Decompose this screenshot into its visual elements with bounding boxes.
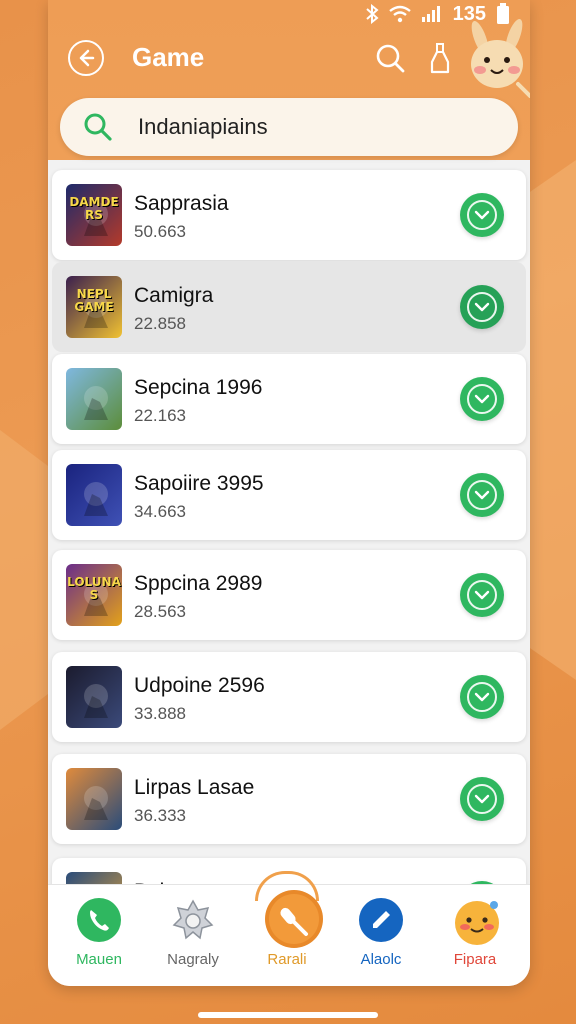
smiley-icon [452,897,499,945]
chevron-down-icon [467,200,497,230]
item-title: Sepcina 1996 [134,376,263,399]
item-title: Lirpas Lasae [134,776,255,799]
chevron-down-icon [467,292,497,322]
check-button[interactable] [460,193,504,237]
wifi-icon [388,5,411,23]
bluetooth-icon [365,4,379,24]
game-thumbnail [66,464,122,526]
thumbnail-text: NEPL GAME [74,287,114,314]
item-subtitle: 36.333 [134,806,186,825]
check-button[interactable] [460,777,504,821]
game-thumbnail [66,368,122,430]
bunny-mascot-icon [471,18,530,98]
microphone-icon [264,890,323,948]
badge-icon [170,897,216,943]
list-item[interactable]: Sepcina 1996 22.163 [52,354,526,444]
bottle-icon[interactable] [428,40,452,76]
check-button[interactable] [460,285,504,329]
game-thumbnail: LOLUNAS [66,564,122,626]
list-item[interactable]: Udpoine 2596 33.888 [52,652,526,742]
item-title: Sapprasia [134,192,229,215]
game-thumbnail [66,666,122,728]
pen-icon [358,897,404,943]
nav-label: Mauen [76,951,122,968]
item-subtitle: 28.563 [134,602,186,621]
arrow-left-icon [79,49,95,67]
app-window: Game DAMDERSSapprasia50. [48,0,530,986]
item-title: Camigra [134,284,214,307]
list-item[interactable]: Lirpas Lasae 36.333 [52,754,526,844]
item-subtitle: 34.663 [134,502,186,521]
thumbnail-text: DAMDERS [69,195,119,222]
status-bar: 135 [365,0,510,28]
status-time: 135 [452,2,486,25]
nav-item-fipara[interactable]: Fipara [430,897,520,979]
nav-label: Nagraly [167,951,219,968]
list-item[interactable]: LOLUNAS Sppcina 2989 28.563 [52,550,526,640]
nav-label: Rarali [267,951,307,968]
search-input[interactable] [138,114,458,140]
check-button[interactable] [460,473,504,517]
chevron-down-icon [467,784,497,814]
item-title: Sapoiire 3995 [134,472,264,495]
nav-item-alaolc[interactable]: Alaolc [336,897,426,979]
check-button[interactable] [460,377,504,421]
chevron-down-icon [467,480,497,510]
nav-label: Fipara [453,951,497,968]
battery-icon [497,3,509,24]
search-icon[interactable] [372,40,408,76]
back-button[interactable] [68,40,104,76]
game-thumbnail: DAMDERS [66,184,122,246]
nav-item-mauen[interactable]: Mauen [54,897,144,979]
signal-icon [421,6,440,22]
chevron-down-icon [467,580,497,610]
item-subtitle: 22.163 [134,406,186,425]
item-subtitle: 33.888 [134,704,186,723]
home-indicator[interactable] [198,1012,378,1018]
thumbnail-text: LOLUNAS [67,575,121,602]
nav-item-rarali[interactable]: Rarali [242,890,332,979]
bottom-navigation: Mauen Nagraly Rarali Alaolc Fipara [48,871,530,986]
list-item[interactable]: NEPL GAME Camigra 22.858 [52,262,526,352]
game-thumbnail [66,768,122,830]
nav-label: Alaolc [360,951,402,968]
item-title: Udpoine 2596 [134,674,265,697]
chevron-down-icon [467,682,497,712]
item-subtitle: 50.663 [134,222,186,241]
search-bar[interactable] [60,98,518,156]
item-title: Sppcina 2989 [134,572,263,595]
chevron-down-icon [467,384,497,414]
list-item[interactable]: Sapoiire 3995 34.663 [52,450,526,540]
search-icon [84,113,112,141]
page-title: Game [132,42,205,72]
list-item[interactable]: DAMDERS Sapprasia 50.663 [52,170,526,260]
phone-icon [76,897,122,943]
check-button[interactable] [460,675,504,719]
check-button[interactable] [460,573,504,617]
item-subtitle: 22.858 [134,314,186,333]
nav-item-nagraly[interactable]: Nagraly [148,897,238,979]
game-thumbnail: NEPL GAME [66,276,122,338]
